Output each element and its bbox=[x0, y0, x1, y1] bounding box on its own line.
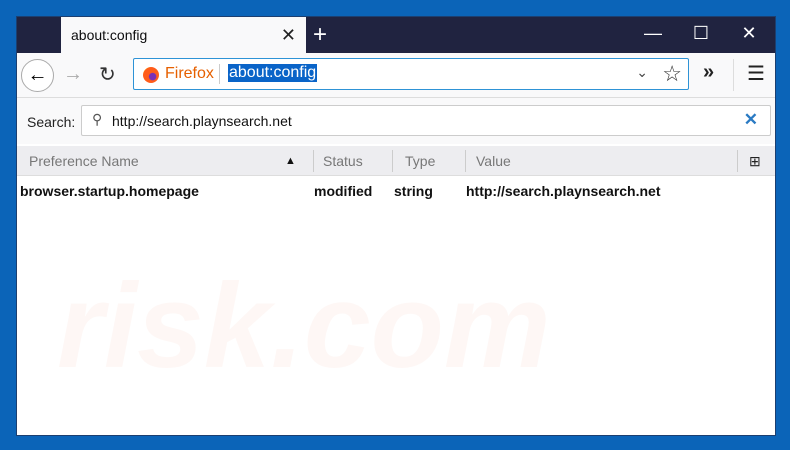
pref-name: browser.startup.homepage bbox=[20, 183, 199, 199]
search-icon: ⚲ bbox=[92, 111, 103, 127]
close-window-button[interactable]: ✕ bbox=[729, 23, 769, 44]
tab-about-config[interactable]: about:config ✕ bbox=[61, 17, 306, 53]
hamburger-menu-icon[interactable]: ☰ bbox=[747, 61, 765, 86]
minimize-button[interactable]: — bbox=[633, 23, 673, 44]
overflow-button[interactable]: » bbox=[703, 61, 714, 84]
url-bar[interactable]: Firefox about:config ⌄ ☆ bbox=[133, 58, 689, 90]
column-status[interactable]: Status bbox=[323, 153, 363, 169]
bookmark-star-icon[interactable]: ☆ bbox=[662, 61, 682, 87]
divider bbox=[733, 59, 734, 91]
new-tab-button[interactable]: + bbox=[313, 21, 327, 49]
sort-ascending-icon: ▲ bbox=[285, 155, 296, 167]
column-value[interactable]: Value bbox=[476, 153, 511, 169]
pref-value: http://search.playnsearch.net bbox=[466, 183, 661, 199]
column-preference-name[interactable]: Preference Name bbox=[29, 153, 139, 169]
search-row: Search: ⚲ http://search.playnsearch.net … bbox=[17, 98, 775, 144]
forward-button[interactable]: → bbox=[63, 63, 83, 86]
pref-status: modified bbox=[314, 183, 373, 199]
search-value[interactable]: http://search.playnsearch.net bbox=[112, 113, 292, 129]
identity-label: Firefox bbox=[165, 65, 214, 82]
browser-window: about:config ✕ + — ☐ ✕ ← → ↻ Firefox abo… bbox=[16, 16, 776, 436]
search-label: Search: bbox=[27, 114, 76, 130]
divider bbox=[219, 64, 220, 84]
url-text[interactable]: about:config bbox=[228, 64, 318, 82]
tab-title: about:config bbox=[71, 27, 148, 43]
maximize-button[interactable]: ☐ bbox=[681, 23, 721, 44]
tab-close-icon[interactable]: ✕ bbox=[281, 25, 296, 46]
back-button[interactable]: ← bbox=[21, 59, 54, 92]
watermark: risk.com bbox=[57, 259, 551, 393]
firefox-icon bbox=[143, 67, 159, 83]
reload-button[interactable]: ↻ bbox=[99, 62, 116, 87]
column-picker-icon[interactable]: ⊞ bbox=[749, 153, 761, 170]
pref-type: string bbox=[394, 183, 433, 199]
column-type[interactable]: Type bbox=[405, 153, 435, 169]
table-header: Preference Name ▲ Status Type Value ⊞ bbox=[17, 146, 775, 176]
title-bar: about:config ✕ + — ☐ ✕ bbox=[17, 17, 775, 53]
chevron-down-icon[interactable]: ⌄ bbox=[636, 64, 648, 81]
search-input[interactable]: ⚲ http://search.playnsearch.net ✕ bbox=[81, 105, 771, 136]
nav-toolbar: ← → ↻ Firefox about:config ⌄ ☆ » ☰ bbox=[17, 53, 775, 98]
clear-search-icon[interactable]: ✕ bbox=[744, 110, 758, 130]
